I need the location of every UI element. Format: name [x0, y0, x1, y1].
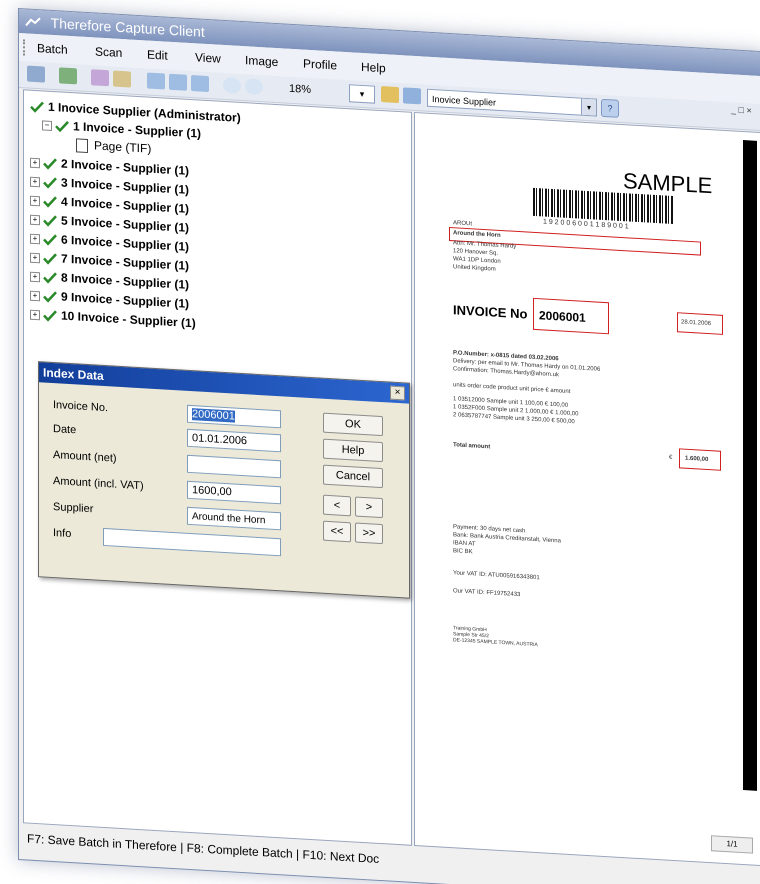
previous-button[interactable]: <: [323, 494, 351, 517]
date-label: Date: [53, 423, 77, 437]
app-icon: [25, 17, 41, 27]
last-button[interactable]: >>: [355, 522, 383, 545]
checkmark-icon: [43, 196, 57, 208]
first-button[interactable]: <<: [323, 520, 351, 543]
footer-line: DE-12345 SAMPLE TOWN, AUSTRIA: [453, 637, 538, 649]
total-value: 1.600,00: [685, 455, 709, 464]
dialog-title: Index Data: [39, 362, 409, 404]
amount-vat-field[interactable]: 1600,00: [187, 480, 281, 505]
invoice-label: INVOICE No: [453, 302, 528, 322]
address-line: United Kingdom: [453, 264, 496, 273]
expand-icon[interactable]: +: [30, 233, 40, 245]
expand-icon[interactable]: +: [30, 271, 40, 283]
import-icon[interactable]: [59, 67, 77, 85]
rotate-icon[interactable]: [91, 69, 109, 87]
checkmark-icon: [43, 177, 57, 189]
profile-icon[interactable]: [403, 87, 421, 105]
expand-icon[interactable]: +: [30, 309, 40, 321]
checkmark-icon: [30, 101, 44, 113]
checkmark-icon: [43, 291, 57, 303]
payment-line: BIC BK: [453, 548, 473, 556]
profile-select-value: Inovice Supplier: [432, 94, 497, 108]
zoom-out-icon[interactable]: [245, 78, 263, 96]
expand-icon[interactable]: +: [30, 176, 40, 188]
profile-select[interactable]: Inovice Supplier ▾: [427, 88, 597, 117]
expand-icon[interactable]: +: [30, 157, 40, 169]
chevron-down-icon[interactable]: ▾: [581, 98, 596, 116]
split-icon[interactable]: [147, 72, 165, 90]
invoice-no-label: Invoice No.: [53, 399, 109, 415]
invoice-no-field[interactable]: 2006001: [187, 404, 281, 429]
page-icon: [76, 138, 88, 153]
merge-icon[interactable]: [169, 73, 187, 91]
menu-grip: [23, 39, 28, 56]
page-icon[interactable]: [191, 75, 209, 93]
screenshot-stage: Therefore Capture Client Batch Scan Edit…: [0, 0, 760, 884]
scan-icon[interactable]: [27, 65, 45, 83]
vat-line: Our VAT ID: FF19752433: [453, 588, 521, 599]
page-indicator[interactable]: 1/1: [711, 835, 753, 854]
total-currency: €: [669, 454, 673, 461]
menu-profile[interactable]: Profile: [303, 57, 337, 73]
date-field[interactable]: 01.01.2006: [187, 428, 281, 453]
amount-vat-label: Amount (incl. VAT): [53, 475, 144, 493]
close-icon[interactable]: ×: [390, 385, 405, 401]
menu-help[interactable]: Help: [361, 60, 386, 75]
menu-edit[interactable]: Edit: [147, 47, 168, 62]
vat-line: Your VAT ID: ATU005916343801: [453, 570, 540, 582]
supplier-field[interactable]: Around the Horn: [187, 506, 281, 531]
tree-page-label: Page (TIF): [94, 138, 152, 156]
capture-client-window: Therefore Capture Client Batch Scan Edit…: [18, 8, 760, 884]
document-preview-pane: SAMPLE 1 9 2 0 0 6 0 0 1 1 8 9 0 0 1 ARO…: [414, 111, 760, 867]
checkmark-icon: [43, 158, 57, 170]
next-button[interactable]: >: [355, 496, 383, 519]
menu-image[interactable]: Image: [245, 53, 278, 69]
total-label: Total amount: [453, 442, 491, 451]
tree-page[interactable]: Page (TIF): [76, 135, 151, 157]
invoice-number: 2006001: [539, 308, 586, 325]
help-button[interactable]: Help: [323, 438, 383, 463]
expand-icon[interactable]: +: [30, 214, 40, 226]
checkmark-icon: [43, 310, 57, 322]
checkmark-icon: [43, 272, 57, 284]
ok-button[interactable]: OK: [323, 412, 383, 437]
zoom-dropdown[interactable]: ▾: [349, 84, 375, 104]
amount-net-field[interactable]: [187, 454, 281, 479]
info-field[interactable]: [103, 527, 281, 557]
menu-batch[interactable]: Batch: [37, 41, 68, 57]
amount-net-label: Amount (net): [53, 449, 117, 465]
window-controls[interactable]: _ □ ×: [731, 104, 752, 115]
checkmark-icon: [55, 120, 69, 133]
menu-view[interactable]: View: [195, 50, 221, 65]
menu-scan[interactable]: Scan: [95, 44, 122, 60]
checkmark-icon[interactable]: [381, 86, 399, 104]
expand-icon[interactable]: +: [30, 195, 40, 207]
invoice-no-value: 2006001: [192, 408, 235, 423]
collapse-icon[interactable]: −: [42, 120, 52, 131]
batch-tree-pane: 1 Inovice Supplier (Administrator) −1 In…: [23, 89, 412, 846]
expand-icon[interactable]: +: [30, 252, 40, 264]
cancel-button[interactable]: Cancel: [323, 464, 383, 489]
checkmark-icon: [43, 253, 57, 265]
zoom-in-icon[interactable]: [223, 76, 241, 94]
checkmark-icon: [43, 234, 57, 246]
info-label: Info: [53, 527, 72, 541]
invoice-date: 28.01.2006: [681, 319, 712, 328]
delete-page-icon[interactable]: [113, 70, 131, 88]
invoice-image: SAMPLE 1 9 2 0 0 6 0 0 1 1 8 9 0 0 1 ARO…: [423, 121, 757, 791]
help-icon[interactable]: ?: [601, 98, 619, 118]
zoom-level[interactable]: 18%: [289, 83, 311, 96]
expand-icon[interactable]: +: [30, 290, 40, 302]
table-header: units order code product unit price € am…: [453, 382, 571, 396]
checkmark-icon: [43, 215, 57, 227]
index-data-dialog: Index Data × Invoice No. 2006001 Date 01…: [38, 361, 410, 599]
supplier-label: Supplier: [53, 501, 94, 516]
